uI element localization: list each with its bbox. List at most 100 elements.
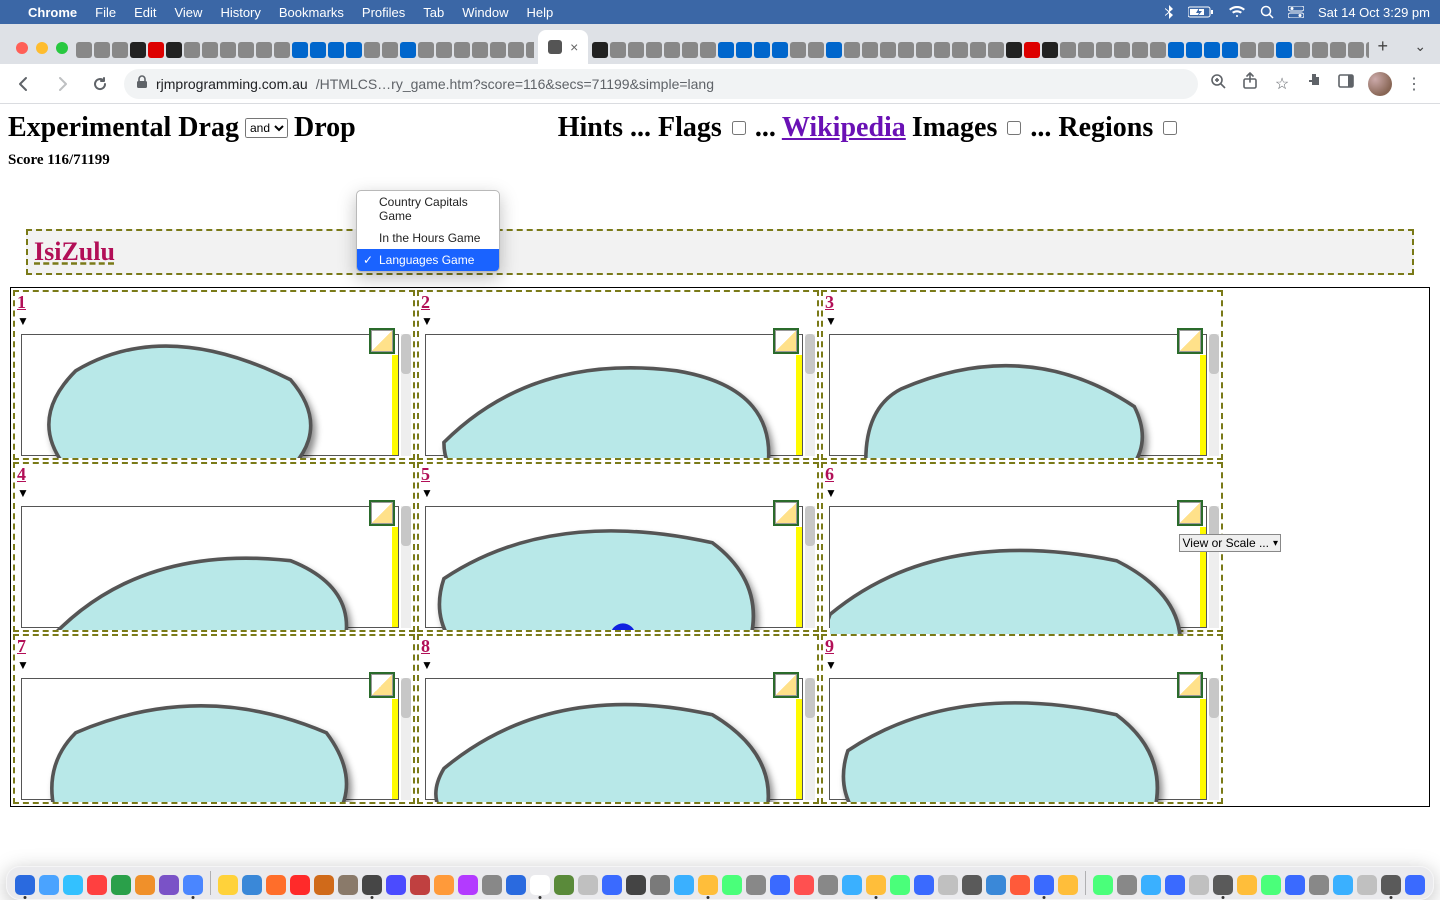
cell-expand-icon[interactable]: ▼ [421, 314, 433, 328]
cell-expand-icon[interactable]: ▼ [825, 314, 837, 328]
dock-app[interactable] [1058, 875, 1078, 895]
window-zoom-icon[interactable] [56, 42, 68, 54]
cell-scrollbar[interactable] [1209, 678, 1219, 800]
dock-app[interactable] [111, 875, 131, 895]
dock-app[interactable] [1141, 875, 1161, 895]
bg-tab[interactable] [184, 42, 200, 58]
share-icon[interactable] [1240, 72, 1260, 95]
reload-button[interactable] [86, 70, 114, 98]
dock-app[interactable] [1309, 875, 1329, 895]
bg-tab[interactable] [472, 42, 488, 58]
cell-expand-icon[interactable]: ▼ [17, 486, 29, 500]
dock-app[interactable] [650, 875, 670, 895]
menu-help[interactable]: Help [527, 5, 554, 20]
menu-tab[interactable]: Tab [423, 5, 444, 20]
bg-tab[interactable] [166, 42, 182, 58]
dock-app[interactable] [1117, 875, 1137, 895]
bg-tab[interactable] [328, 42, 344, 58]
note-icon[interactable] [369, 500, 395, 526]
dock-app[interactable] [159, 875, 179, 895]
scrollbar-thumb[interactable] [805, 334, 815, 374]
bg-tab[interactable] [1096, 42, 1112, 58]
extensions-icon[interactable] [1304, 73, 1324, 94]
scrollbar-thumb[interactable] [1209, 678, 1219, 718]
regions-checkbox[interactable] [1163, 121, 1177, 135]
bg-tab[interactable] [916, 42, 932, 58]
bg-tab[interactable] [238, 42, 254, 58]
dock-app[interactable] [183, 875, 203, 895]
view-or-scale-select[interactable]: View or Scale ... [1179, 534, 1281, 552]
note-icon[interactable] [1177, 672, 1203, 698]
note-icon[interactable] [369, 672, 395, 698]
tab-close-icon[interactable]: × [570, 39, 578, 55]
dock[interactable] [6, 866, 1434, 900]
dock-app[interactable] [410, 875, 430, 895]
bg-tab[interactable] [454, 42, 470, 58]
bg-tab[interactable] [610, 42, 626, 58]
chrome-menu-icon[interactable]: ⋮ [1404, 74, 1424, 94]
cell-map[interactable] [21, 678, 399, 800]
bg-tab[interactable] [202, 42, 218, 58]
bg-tab[interactable] [826, 42, 842, 58]
drop-cell-5[interactable]: 5▼ [417, 462, 819, 632]
bg-tab[interactable] [1294, 42, 1310, 58]
cell-map[interactable] [425, 678, 803, 800]
cell-expand-icon[interactable]: ▼ [825, 658, 837, 672]
note-icon[interactable] [1177, 328, 1203, 354]
bg-tab[interactable] [94, 42, 110, 58]
menubar-app[interactable]: Chrome [28, 5, 77, 20]
dock-app[interactable] [314, 875, 334, 895]
bg-tab[interactable] [220, 42, 236, 58]
scrollbar-thumb[interactable] [805, 678, 815, 718]
bg-tab[interactable] [880, 42, 896, 58]
bookmark-star-icon[interactable]: ☆ [1272, 74, 1292, 94]
note-icon[interactable] [1177, 500, 1203, 526]
bg-tab[interactable] [754, 42, 770, 58]
note-icon[interactable] [773, 672, 799, 698]
dock-app[interactable] [338, 875, 358, 895]
window-minimize-icon[interactable] [36, 42, 48, 54]
menu-file[interactable]: File [95, 5, 116, 20]
drag-source-band[interactable]: IsiZulu [26, 229, 1414, 275]
drop-cell-2[interactable]: 2▼ [417, 290, 819, 460]
new-tab-button[interactable]: + [1369, 32, 1397, 60]
bg-tab[interactable] [1024, 42, 1040, 58]
note-icon[interactable] [773, 328, 799, 354]
dock-app[interactable] [15, 875, 35, 895]
bg-tab[interactable] [808, 42, 824, 58]
address-bar[interactable]: rjmprogramming.com.au/HTMLCS…ry_game.htm… [124, 69, 1198, 99]
bg-tab[interactable] [274, 42, 290, 58]
scrollbar-thumb[interactable] [401, 678, 411, 718]
dock-app[interactable] [770, 875, 790, 895]
dock-app[interactable] [135, 875, 155, 895]
dock-app[interactable] [602, 875, 622, 895]
drop-cell-8[interactable]: 8▼ [417, 634, 819, 804]
bg-tab[interactable] [400, 42, 416, 58]
dock-app[interactable] [482, 875, 502, 895]
note-icon[interactable] [773, 500, 799, 526]
bg-tab[interactable] [1348, 42, 1364, 58]
cell-map[interactable] [829, 334, 1207, 456]
cell-expand-icon[interactable]: ▼ [421, 486, 433, 500]
bg-tab[interactable] [112, 42, 128, 58]
bg-tab[interactable] [844, 42, 860, 58]
dock-app[interactable] [698, 875, 718, 895]
game-option-capitals[interactable]: Country Capitals Game [357, 191, 499, 227]
bg-tab[interactable] [592, 42, 608, 58]
images-checkbox[interactable] [1007, 121, 1021, 135]
bg-tab[interactable] [346, 42, 362, 58]
window-traffic-lights[interactable] [10, 42, 76, 64]
dock-app[interactable] [962, 875, 982, 895]
cell-map[interactable] [425, 506, 803, 628]
dock-app[interactable] [554, 875, 574, 895]
bg-tab[interactable] [1132, 42, 1148, 58]
bg-tab[interactable] [1150, 42, 1166, 58]
bg-tab[interactable] [970, 42, 986, 58]
dock-app[interactable] [842, 875, 862, 895]
drop-cell-7[interactable]: 7▼ [13, 634, 415, 804]
dock-app[interactable] [1034, 875, 1054, 895]
bg-tab[interactable] [736, 42, 752, 58]
scrollbar-thumb[interactable] [401, 334, 411, 374]
dock-app[interactable] [986, 875, 1006, 895]
bg-tab[interactable] [718, 42, 734, 58]
